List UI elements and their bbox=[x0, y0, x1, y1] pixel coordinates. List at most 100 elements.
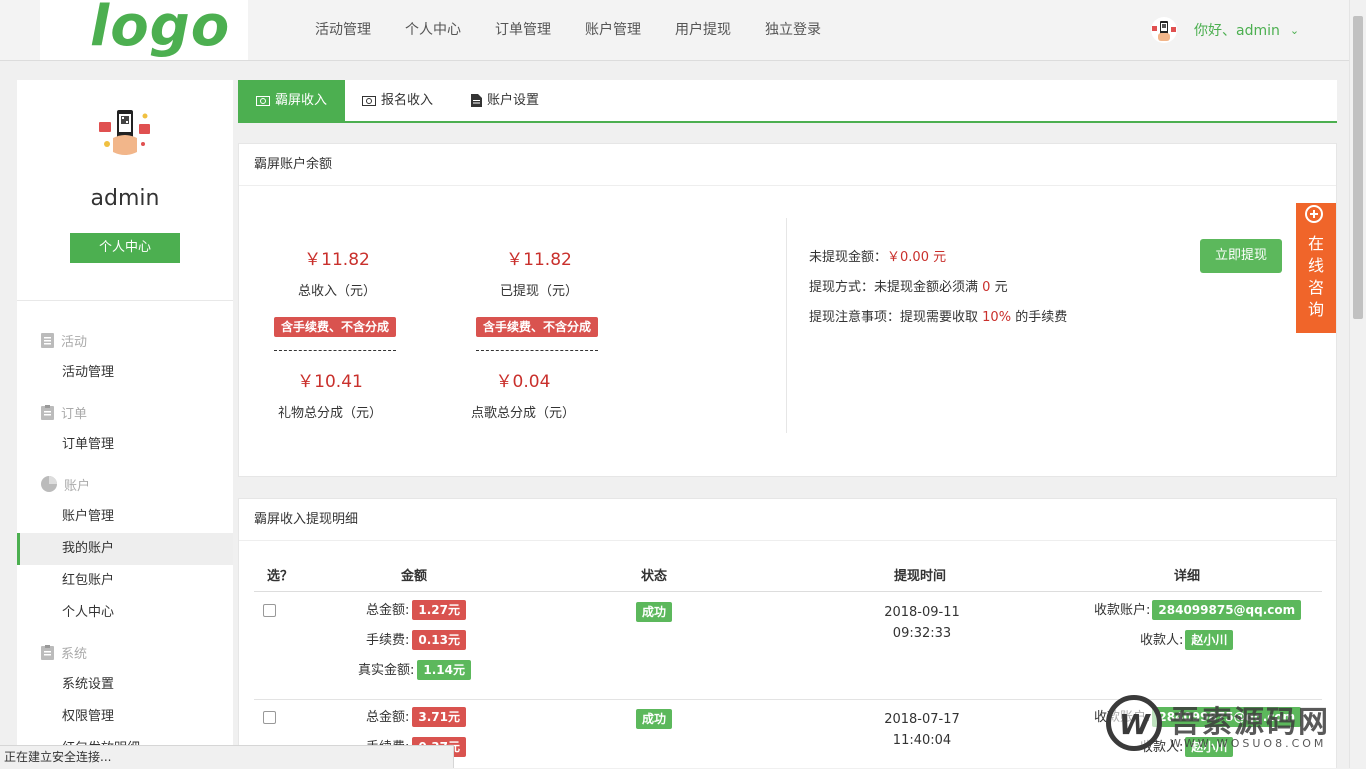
tab-label: 霸屏收入 bbox=[274, 93, 327, 108]
stat-song-share: ￥0.04 点歌总分成（元） bbox=[453, 367, 593, 421]
sidebar-item-personal-center[interactable]: 个人中心 bbox=[17, 597, 233, 629]
stat-gift-share: ￥10.41 礼物总分成（元） bbox=[260, 367, 400, 421]
sidebar-section-order: 订单 bbox=[41, 402, 87, 422]
row-checkbox[interactable] bbox=[263, 604, 276, 617]
info-label: 提现方式：未提现金额必须满 bbox=[809, 280, 979, 295]
table-header: 选？ 金额 状态 提现时间 详细 bbox=[254, 557, 1322, 592]
stat-value: ￥0.04 bbox=[495, 372, 551, 392]
scrollbar-thumb[interactable] bbox=[1353, 16, 1363, 319]
watermark-subtitle: WWW.WOSUO8.COM bbox=[1170, 737, 1327, 750]
online-consult-button[interactable]: 在线咨询 bbox=[1296, 203, 1336, 333]
info-suffix: 元 bbox=[994, 280, 1008, 295]
top-bar: logo 活动管理 个人中心 订单管理 账户管理 用户提现 独立登录 你好、ad… bbox=[0, 0, 1349, 61]
withdraw-note: 提现注意事项：提现需要收取 10% 的手续费 bbox=[809, 306, 1067, 325]
unwithdrawn-amount: 未提现金额：￥0.00 元 bbox=[809, 246, 946, 265]
vertical-divider bbox=[786, 218, 787, 433]
browser-status-bar: 正在建立安全连接... bbox=[0, 745, 454, 768]
consult-label: 在线咨询 bbox=[1307, 234, 1324, 319]
amount-label: 总金额: bbox=[366, 710, 410, 725]
amount-badge: 1.27元 bbox=[412, 600, 466, 620]
info-suffix: 的手续费 bbox=[1015, 310, 1068, 325]
nav-independent-login[interactable]: 独立登录 bbox=[748, 0, 838, 60]
clipboard-icon bbox=[41, 404, 54, 420]
vertical-scrollbar[interactable] bbox=[1349, 0, 1366, 768]
document-icon bbox=[41, 332, 54, 348]
stat-total-income: ￥11.82 总收入（元） bbox=[267, 245, 407, 299]
stat-value: ￥11.82 bbox=[304, 250, 370, 270]
balance-card-title: 霸屏账户余额 bbox=[239, 144, 1336, 186]
dashed-divider bbox=[274, 350, 396, 351]
sidebar-section-title: 订单 bbox=[61, 406, 88, 422]
column-header-status: 状态 bbox=[641, 569, 668, 584]
tab-screen-income[interactable]: 霸屏收入 bbox=[238, 80, 345, 121]
file-icon bbox=[471, 94, 482, 107]
amount-badge: 1.14元 bbox=[417, 660, 471, 680]
sidebar-section-system: 系统 bbox=[41, 642, 87, 662]
sidebar: admin 个人中心 活动 活动管理 订单 订单管理 账户 账户管理 我的账户 … bbox=[17, 80, 233, 768]
tab-signup-income[interactable]: 报名收入 bbox=[362, 80, 433, 121]
money-icon bbox=[255, 95, 270, 106]
column-header-detail: 详细 bbox=[1174, 569, 1201, 584]
nav-activity-management[interactable]: 活动管理 bbox=[298, 0, 388, 60]
watermark: W 吾索源码网 WWW.WOSUO8.COM bbox=[1106, 693, 1346, 763]
sidebar-item-account-management[interactable]: 账户管理 bbox=[17, 501, 233, 533]
nav-account-management[interactable]: 账户管理 bbox=[568, 0, 658, 60]
detail-badge: 赵小川 bbox=[1185, 630, 1234, 650]
column-header-amount: 金额 bbox=[401, 569, 428, 584]
logo-area[interactable]: logo bbox=[40, 0, 248, 60]
sidebar-section-account: 账户 bbox=[41, 474, 90, 494]
nav-personal-center[interactable]: 个人中心 bbox=[388, 0, 478, 60]
nav-order-management[interactable]: 订单管理 bbox=[478, 0, 568, 60]
sidebar-item-order-management[interactable]: 订单管理 bbox=[17, 429, 233, 461]
plus-circle-icon bbox=[1305, 205, 1323, 223]
stat-label: 已提现（元） bbox=[499, 284, 578, 299]
detail-label: 收款人: bbox=[1140, 633, 1184, 648]
amount-label: 手续费: bbox=[366, 633, 410, 648]
tab-label: 报名收入 bbox=[381, 93, 434, 108]
detail-label: 收款账户: bbox=[1094, 603, 1151, 618]
detail-account: 收款账户:284099875@qq.com bbox=[1094, 600, 1302, 620]
withdraw-now-button[interactable]: 立即提现 bbox=[1200, 239, 1282, 273]
balance-card: 霸屏账户余额 ￥11.82 总收入（元） 含手续费、不含分成 ￥11.82 已提… bbox=[238, 143, 1337, 477]
nav-user-withdraw[interactable]: 用户提现 bbox=[658, 0, 748, 60]
watermark-title: 吾索源码网 bbox=[1170, 705, 1330, 740]
money-icon bbox=[362, 95, 376, 106]
user-menu[interactable]: 你好、admin ⌄ bbox=[1150, 16, 1299, 44]
stat-withdrawn: ￥11.82 已提现（元） bbox=[469, 245, 609, 299]
column-header-select: 选？ bbox=[267, 569, 294, 584]
tab-account-settings[interactable]: 账户设置 bbox=[471, 80, 539, 121]
pie-chart-icon bbox=[41, 476, 57, 492]
sidebar-item-activity-management[interactable]: 活动管理 bbox=[17, 357, 233, 389]
withdraw-time: 2018-07-17 11:40:04 bbox=[862, 709, 982, 751]
watermark-logo: W bbox=[1106, 695, 1162, 751]
tab-bar: 霸屏收入 报名收入 账户设置 bbox=[238, 80, 1337, 123]
stat-tag: 含手续费、不含分成 bbox=[476, 317, 599, 337]
user-greeting[interactable]: 你好、admin bbox=[1194, 20, 1280, 40]
amount-label: 真实金额: bbox=[358, 663, 415, 678]
user-avatar-icon bbox=[1151, 17, 1177, 43]
stat-label: 礼物总分成（元） bbox=[277, 406, 382, 421]
stat-label: 总收入（元） bbox=[297, 284, 376, 299]
sidebar-item-my-account[interactable]: 我的账户 bbox=[17, 533, 233, 565]
dashed-divider bbox=[476, 350, 598, 351]
sidebar-item-red-packet-account[interactable]: 红包账户 bbox=[17, 565, 233, 597]
details-card-title: 霸屏收入提现明细 bbox=[239, 499, 1336, 541]
stat-tag: 含手续费、不含分成 bbox=[274, 317, 397, 337]
sidebar-section-title: 活动 bbox=[61, 334, 88, 350]
amount-badge: 3.71元 bbox=[412, 707, 466, 727]
personal-center-button[interactable]: 个人中心 bbox=[70, 233, 180, 263]
sidebar-divider bbox=[17, 300, 233, 301]
sidebar-item-system-settings[interactable]: 系统设置 bbox=[17, 669, 233, 701]
amount-label: 总金额: bbox=[366, 603, 410, 618]
amount-total: 总金额: 3.71元 bbox=[366, 707, 466, 727]
sidebar-item-permission-management[interactable]: 权限管理 bbox=[17, 701, 233, 733]
info-value: ￥0.00 元 bbox=[887, 250, 947, 265]
logo[interactable]: logo bbox=[90, 0, 230, 59]
amount-real: 真实金额: 1.14元 bbox=[358, 660, 471, 680]
sidebar-section-title: 系统 bbox=[61, 646, 88, 662]
amount-badge: 0.13元 bbox=[412, 630, 466, 650]
withdraw-time: 2018-09-11 09:32:33 bbox=[862, 602, 982, 644]
withdraw-clock: 09:32:33 bbox=[892, 626, 952, 641]
row-checkbox[interactable] bbox=[263, 711, 276, 724]
chevron-down-icon[interactable]: ⌄ bbox=[1290, 24, 1299, 37]
